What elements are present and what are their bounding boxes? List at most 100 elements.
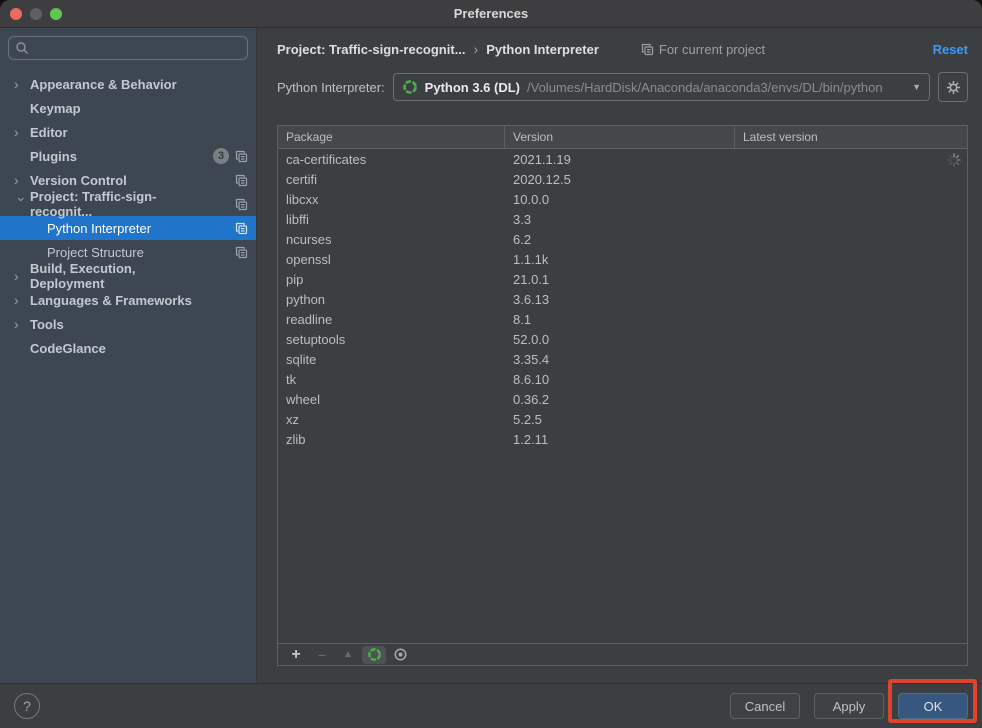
dropdown-arrow-icon[interactable]: ▼ <box>912 82 921 92</box>
interpreter-row: Python Interpreter: Python 3.6 (DL) /Vol… <box>277 72 968 102</box>
package-version-cell: 3.3 <box>505 212 735 227</box>
per-project-settings-icon <box>235 150 248 163</box>
conda-mode-toggle[interactable] <box>362 646 386 664</box>
breadcrumb-project[interactable]: Project: Traffic-sign-recognit... <box>277 42 466 57</box>
sidebar-item-label: Build, Execution, Deployment <box>30 261 213 291</box>
package-name-cell: certifi <box>278 172 505 187</box>
column-header-latest-version[interactable]: Latest version <box>735 126 967 148</box>
gear-icon <box>946 80 961 95</box>
package-name-cell: tk <box>278 372 505 387</box>
package-name-cell: xz <box>278 412 505 427</box>
table-row[interactable]: wheel 0.36.2 <box>278 389 967 409</box>
table-row[interactable]: sqlite 3.35.4 <box>278 349 967 369</box>
sidebar-item[interactable]: › Keymap <box>0 96 256 120</box>
sidebar-item-label: Editor <box>30 125 68 140</box>
apply-button[interactable]: Apply <box>814 693 884 719</box>
package-toolbar: + − ▲ <box>278 643 967 665</box>
sidebar-item-label: Tools <box>30 317 64 332</box>
chevron-right-icon: › <box>14 173 30 187</box>
interpreter-label: Python Interpreter: <box>277 80 385 95</box>
package-name-cell: wheel <box>278 392 505 407</box>
close-window-button[interactable] <box>10 8 22 20</box>
show-early-releases-toggle[interactable] <box>388 646 412 664</box>
sidebar-item-label: Languages & Frameworks <box>30 293 192 308</box>
chevron-right-icon: › <box>14 125 30 139</box>
chevron-right-icon: › <box>15 197 29 213</box>
settings-search-box[interactable] <box>8 36 248 60</box>
sidebar-item-label: Project: Traffic-sign-recognit... <box>30 189 213 219</box>
interpreter-name: Python 3.6 (DL) <box>425 80 520 95</box>
reset-link[interactable]: Reset <box>933 42 968 57</box>
interpreter-path: /Volumes/HardDisk/Anaconda/anaconda3/env… <box>527 80 883 95</box>
package-name-cell: pip <box>278 272 505 287</box>
cancel-button[interactable]: Cancel <box>730 693 800 719</box>
preferences-dialog: Preferences › Appearance & Behavior <box>0 0 982 728</box>
package-name-cell: sqlite <box>278 352 505 367</box>
sidebar-item-label: Appearance & Behavior <box>30 77 177 92</box>
table-row[interactable]: openssl 1.1.1k <box>278 249 967 269</box>
table-row[interactable]: ca-certificates 2021.1.19 <box>278 149 967 169</box>
search-input[interactable] <box>34 40 241 57</box>
package-version-cell: 52.0.0 <box>505 332 735 347</box>
sidebar-item-label: Version Control <box>30 173 127 188</box>
package-version-cell: 1.1.1k <box>505 252 735 267</box>
main-panel: Project: Traffic-sign-recognit... › Pyth… <box>257 28 982 683</box>
upgrade-package-button: ▲ <box>336 646 360 664</box>
help-button[interactable]: ? <box>14 693 40 719</box>
package-name-cell: openssl <box>278 252 505 267</box>
for-current-project-icon <box>641 43 654 56</box>
column-header-package[interactable]: Package <box>278 126 505 148</box>
table-row[interactable]: python 3.6.13 <box>278 289 967 309</box>
settings-tree: › Appearance & Behavior <box>0 72 256 360</box>
sidebar-item[interactable]: › Languages & Frameworks <box>0 288 256 312</box>
package-version-cell: 0.36.2 <box>505 392 735 407</box>
page-title: Python Interpreter <box>486 42 599 57</box>
dialog-footer: ? Cancel Apply OK <box>0 683 982 728</box>
table-row[interactable]: setuptools 52.0.0 <box>278 329 967 349</box>
column-header-version[interactable]: Version <box>505 126 735 148</box>
sidebar-item-label: Python Interpreter <box>47 221 151 236</box>
table-row[interactable]: libffi 3.3 <box>278 209 967 229</box>
sidebar-item[interactable]: › Project: Traffic-sign-recognit... <box>0 192 256 216</box>
sidebar-item-label: Plugins <box>30 149 77 164</box>
sidebar-item[interactable]: › Editor <box>0 120 256 144</box>
package-name-cell: setuptools <box>278 332 505 347</box>
table-row[interactable]: ncurses 6.2 <box>278 229 967 249</box>
per-project-settings-icon <box>235 174 248 187</box>
ok-button[interactable]: OK <box>898 693 968 719</box>
sidebar-item-label: Keymap <box>30 101 81 116</box>
package-name-cell: zlib <box>278 432 505 447</box>
add-package-button[interactable]: + <box>284 646 308 664</box>
sidebar-item[interactable]: › Plugins 3 <box>0 144 256 168</box>
table-row[interactable]: libcxx 10.0.0 <box>278 189 967 209</box>
table-row[interactable]: readline 8.1 <box>278 309 967 329</box>
eye-icon <box>393 647 408 662</box>
interpreter-settings-button[interactable] <box>938 72 968 102</box>
table-row[interactable]: xz 5.2.5 <box>278 409 967 429</box>
package-version-cell: 6.2 <box>505 232 735 247</box>
package-table: Package Version Latest version <box>277 125 968 666</box>
package-name-cell: readline <box>278 312 505 327</box>
plugins-count-badge: 3 <box>213 148 229 164</box>
sidebar-item[interactable]: › Appearance & Behavior <box>0 72 256 96</box>
minimize-window-button <box>30 8 42 20</box>
package-name-cell: libffi <box>278 212 505 227</box>
table-row[interactable]: zlib 1.2.11 <box>278 429 967 449</box>
table-row[interactable]: tk 8.6.10 <box>278 369 967 389</box>
package-version-cell: 3.6.13 <box>505 292 735 307</box>
sidebar-item[interactable]: › Build, Execution, Deployment <box>0 264 256 288</box>
zoom-window-button[interactable] <box>50 8 62 20</box>
package-version-cell: 8.1 <box>505 312 735 327</box>
package-name-cell: ncurses <box>278 232 505 247</box>
table-row[interactable]: pip 21.0.1 <box>278 269 967 289</box>
package-version-cell: 8.6.10 <box>505 372 735 387</box>
package-table-body: ca-certificates 2021.1.19 certifi 2020.1… <box>278 149 967 643</box>
package-version-cell: 21.0.1 <box>505 272 735 287</box>
window-controls <box>10 8 62 20</box>
sidebar-item[interactable]: › Tools <box>0 312 256 336</box>
sidebar-item[interactable]: › CodeGlance <box>0 336 256 360</box>
table-row[interactable]: certifi 2020.12.5 <box>278 169 967 189</box>
interpreter-select[interactable]: Python 3.6 (DL) /Volumes/HardDisk/Anacon… <box>393 73 930 101</box>
sidebar-item[interactable]: › Python Interpreter <box>0 216 256 240</box>
package-version-cell: 2021.1.19 <box>505 152 735 167</box>
